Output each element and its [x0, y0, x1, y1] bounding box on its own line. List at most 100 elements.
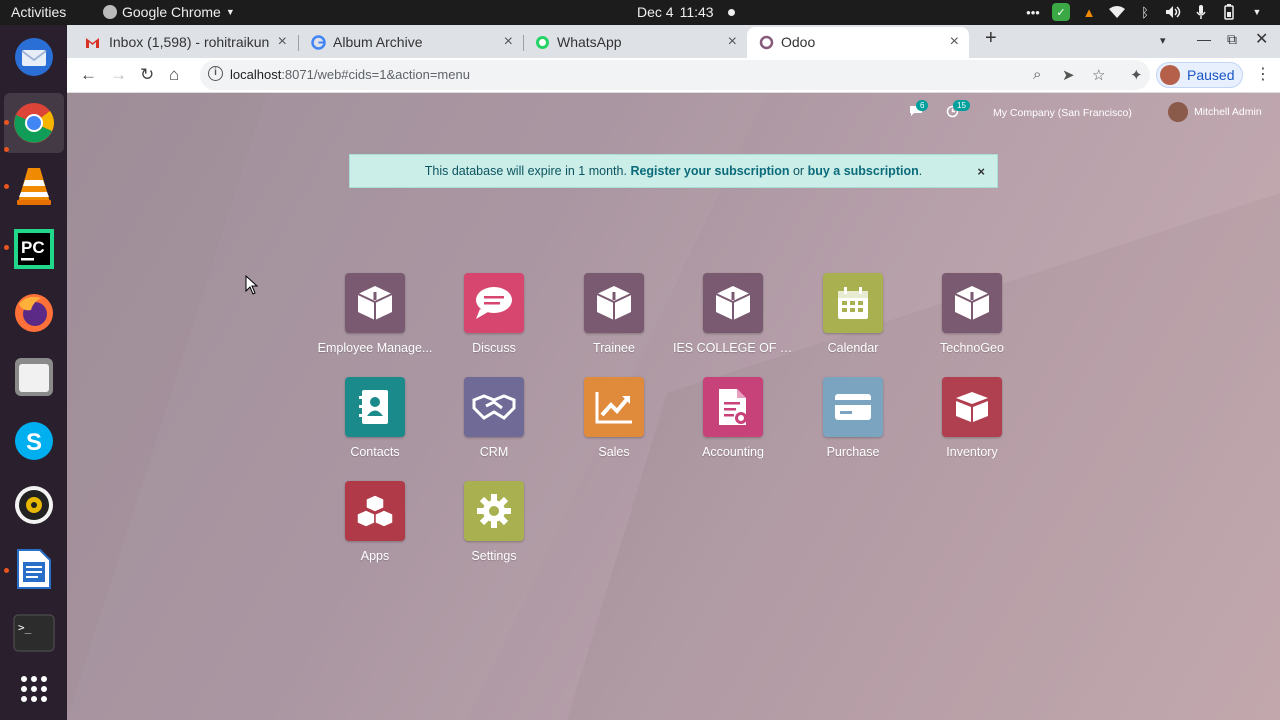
tab-gmail[interactable]: Inbox (1,598) - rohitraikun ×: [67, 27, 297, 58]
site-info-icon[interactable]: i: [208, 66, 223, 81]
back-icon[interactable]: ←: [80, 65, 97, 85]
close-alert-icon[interactable]: ×: [977, 164, 985, 179]
activities-button[interactable]: Activities: [11, 4, 66, 20]
minimize-icon[interactable]: —: [1197, 31, 1211, 47]
odoo-icon: [759, 35, 774, 50]
gmail-icon: [86, 38, 99, 48]
clock[interactable]: Dec 4 11:43: [637, 4, 735, 20]
contact-card-icon: [345, 377, 405, 437]
running-indicator: [4, 147, 9, 152]
show-apps-grid-icon[interactable]: [12, 667, 55, 710]
vlc-icon[interactable]: [12, 163, 55, 206]
dropdown-arrow-icon: ▼: [225, 7, 235, 17]
mouse-pointer-icon: [245, 275, 259, 295]
system-tray[interactable]: ••• ✓ ▲ ᛒ ▼: [1024, 3, 1266, 21]
files-icon[interactable]: [12, 355, 55, 398]
app-accounting[interactable]: Accounting: [673, 377, 793, 459]
close-tab-icon[interactable]: ×: [278, 33, 287, 51]
app-label: Discuss: [472, 341, 516, 355]
address-bar[interactable]: i localhost:8071/web#cids=1&action=menu …: [200, 60, 1150, 90]
register-subscription-link[interactable]: Register your subscription: [630, 164, 789, 178]
chrome-icon[interactable]: [4, 93, 64, 153]
user-avatar: [1168, 102, 1188, 122]
microphone-icon[interactable]: [1192, 3, 1210, 21]
app-settings[interactable]: Settings: [434, 481, 554, 563]
module-box-icon: [345, 273, 405, 333]
tab-search-chevron-icon[interactable]: ▾: [1160, 34, 1166, 47]
extensions-puzzle-icon[interactable]: ✦: [1130, 66, 1143, 84]
buy-subscription-link[interactable]: buy a subscription: [808, 164, 919, 178]
shield-check-icon[interactable]: ✓: [1052, 3, 1070, 21]
user-menu[interactable]: Mitchell Admin: [1168, 102, 1262, 122]
volume-icon[interactable]: [1164, 3, 1182, 21]
app-discuss[interactable]: Discuss: [434, 273, 554, 355]
company-switcher[interactable]: My Company (San Francisco): [993, 107, 1132, 119]
skype-icon[interactable]: S: [12, 419, 55, 462]
chat-bubble-icon: [464, 273, 524, 333]
app-crm[interactable]: CRM: [434, 377, 554, 459]
close-tab-icon[interactable]: ×: [728, 33, 737, 51]
restore-icon[interactable]: ⧉: [1227, 31, 1237, 48]
url-host: localhost: [230, 67, 282, 82]
gear-icon: [464, 481, 524, 541]
app-menu[interactable]: Google Chrome ▼: [103, 4, 235, 20]
chrome-menu-icon[interactable]: ⋮: [1255, 64, 1271, 84]
new-tab-icon[interactable]: +: [985, 27, 997, 50]
app-ies-college[interactable]: IES COLLEGE OF T...: [673, 273, 793, 355]
battery-icon[interactable]: [1220, 3, 1238, 21]
app-sales[interactable]: Sales: [554, 377, 674, 459]
app-purchase[interactable]: Purchase: [793, 377, 913, 459]
power-menu-arrow-icon[interactable]: ▼: [1248, 3, 1266, 21]
more-icon[interactable]: •••: [1024, 3, 1042, 21]
alert-text: This database will expire in 1 month.: [424, 164, 627, 178]
running-indicator: [4, 245, 9, 250]
app-apps[interactable]: Apps: [315, 481, 435, 563]
running-indicator: [4, 184, 9, 189]
rhythmbox-icon[interactable]: [12, 483, 55, 526]
app-trainee[interactable]: Trainee: [554, 273, 674, 355]
vlc-tray-icon[interactable]: ▲: [1080, 3, 1098, 21]
svg-text:S: S: [26, 429, 42, 456]
app-technogeo[interactable]: TechnoGeo: [912, 273, 1032, 355]
firefox-icon[interactable]: [12, 291, 55, 334]
app-label: Employee Manage...: [317, 341, 433, 355]
alert-period: .: [918, 164, 923, 178]
pycharm-icon[interactable]: PC: [12, 227, 55, 270]
chrome-window: Inbox (1,598) - rohitraikun × Album Arch…: [67, 25, 1280, 720]
tab-album-archive[interactable]: Album Archive ×: [293, 27, 523, 58]
app-label: Contacts: [350, 445, 400, 459]
thunderbird-icon[interactable]: [12, 35, 55, 78]
browser-toolbar: ← → ↻ ⌂ i localhost:8071/web#cids=1&acti…: [67, 58, 1280, 93]
app-label: CRM: [479, 445, 509, 459]
profile-button[interactable]: Paused: [1156, 62, 1243, 88]
tab-title: Inbox (1,598) - rohitraikun: [109, 34, 270, 50]
bluetooth-icon[interactable]: ᛒ: [1136, 3, 1154, 21]
tab-odoo[interactable]: Odoo ×: [747, 27, 969, 58]
send-icon[interactable]: ➤: [1062, 66, 1075, 84]
bookmark-star-icon[interactable]: ☆: [1092, 66, 1105, 84]
close-tab-icon[interactable]: ×: [504, 33, 513, 51]
app-contacts[interactable]: Contacts: [315, 377, 435, 459]
close-window-icon[interactable]: ✕: [1255, 29, 1268, 49]
close-tab-icon[interactable]: ×: [950, 33, 959, 51]
app-label: IES COLLEGE OF T...: [673, 341, 793, 355]
home-icon[interactable]: ⌂: [169, 65, 179, 85]
reload-icon[interactable]: ↻: [140, 65, 154, 85]
activities-clock-icon[interactable]: 15: [946, 100, 970, 121]
tab-title: Album Archive: [333, 34, 423, 50]
app-employee-management[interactable]: Employee Manage...: [315, 273, 435, 355]
app-calendar[interactable]: Calendar: [793, 273, 913, 355]
ubuntu-dock: PC S >_: [0, 25, 67, 720]
app-inventory[interactable]: Inventory: [912, 377, 1032, 459]
app-label: Sales: [598, 445, 630, 459]
module-box-icon: [584, 273, 644, 333]
wifi-icon[interactable]: [1108, 3, 1126, 21]
url-text[interactable]: localhost:8071/web#cids=1&action=menu: [230, 67, 470, 82]
app-label: Inventory: [946, 445, 998, 459]
zoom-icon[interactable]: ⌕: [1033, 66, 1041, 83]
tab-whatsapp[interactable]: WhatsApp ×: [517, 27, 747, 58]
terminal-icon[interactable]: >_: [12, 611, 55, 654]
messaging-icon[interactable]: 6: [909, 100, 929, 120]
libreoffice-writer-icon[interactable]: [12, 547, 55, 590]
forward-icon[interactable]: →: [110, 65, 127, 85]
